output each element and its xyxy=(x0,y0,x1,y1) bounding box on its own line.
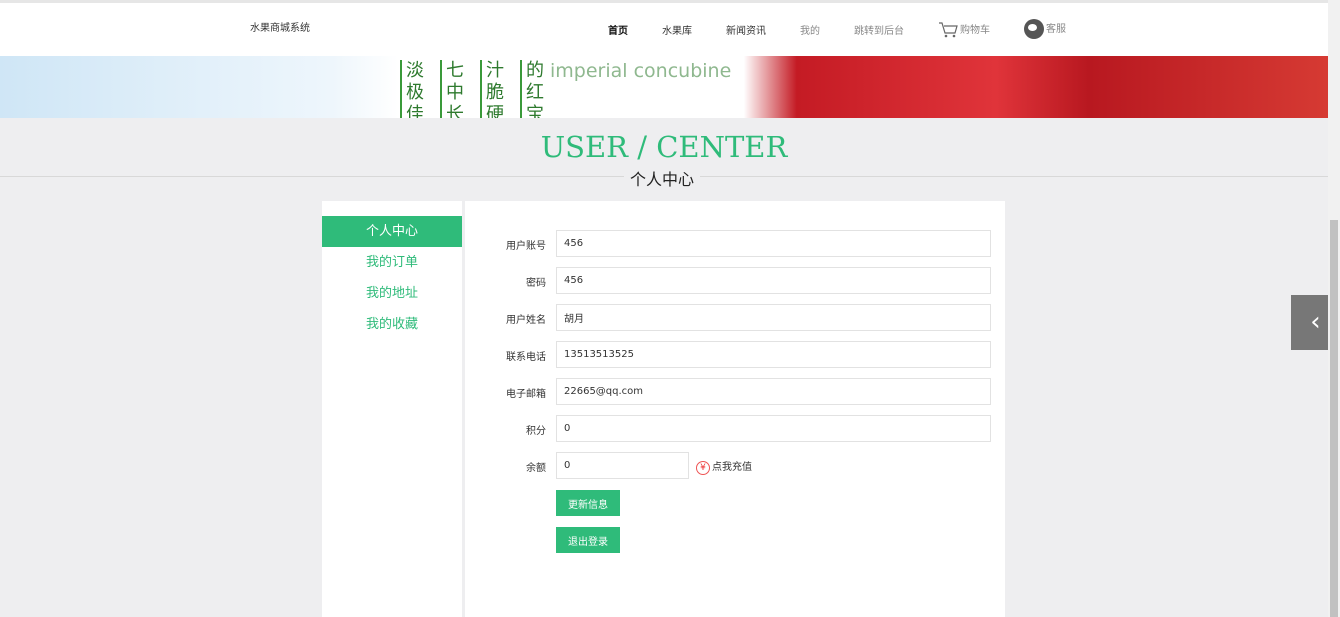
yen-icon: ¥ xyxy=(696,461,710,475)
cart-icon xyxy=(939,21,958,37)
nav-mine[interactable]: 我的 xyxy=(800,22,820,37)
recharge-label: 点我充值 xyxy=(712,462,752,473)
scrollbar[interactable] xyxy=(1328,0,1340,617)
page-title-en: USER / CENTER xyxy=(540,130,788,164)
service-label: 客服 xyxy=(1046,24,1066,35)
sidebar-item-addresses[interactable]: 我的地址 xyxy=(322,278,462,309)
sidebar-item-favorites[interactable]: 我的收藏 xyxy=(322,309,462,340)
banner-image: 淡极佳 七中长 汁脆硬 的红宝 imperial concubine xyxy=(0,56,1328,118)
banner-column: 七中长 xyxy=(440,60,472,118)
page-title-cn: 个人中心 xyxy=(624,166,701,190)
main-nav: 首页 水果库 新闻资讯 我的 跳转到后台 购物车 客服 xyxy=(608,19,1100,39)
field-label: 余额 xyxy=(526,463,546,474)
password-input[interactable] xyxy=(556,267,991,294)
wechat-icon xyxy=(1024,19,1044,39)
field-label: 积分 xyxy=(526,426,546,437)
nav-cart[interactable]: 购物车 xyxy=(938,21,990,38)
name-input[interactable] xyxy=(556,304,991,331)
update-info-button[interactable]: 更新信息 xyxy=(556,490,620,516)
nav-service[interactable]: 客服 xyxy=(1024,19,1066,39)
banner-column: 汁脆硬 xyxy=(480,60,512,118)
field-label: 用户姓名 xyxy=(506,315,546,326)
banner-column: 的红宝 xyxy=(520,60,552,118)
nav-fruit-library[interactable]: 水果库 xyxy=(662,22,692,37)
sidebar-item-profile[interactable]: 个人中心 xyxy=(322,216,462,247)
recharge-link[interactable]: ¥ 点我充值 xyxy=(696,458,752,475)
balance-input[interactable] xyxy=(556,452,689,479)
points-input[interactable] xyxy=(556,415,991,442)
logout-button[interactable]: 退出登录 xyxy=(556,527,620,553)
field-label: 用户账号 xyxy=(506,241,546,252)
field-label: 密码 xyxy=(526,278,546,289)
nav-admin[interactable]: 跳转到后台 xyxy=(854,22,904,37)
field-label: 电子邮箱 xyxy=(506,389,546,400)
banner-columns: 淡极佳 七中长 汁脆硬 的红宝 xyxy=(400,60,552,118)
banner-column: 淡极佳 xyxy=(400,60,432,118)
site-brand[interactable]: 水果商城系统 xyxy=(250,19,310,34)
nav-home[interactable]: 首页 xyxy=(608,22,628,37)
scrollbar-thumb[interactable] xyxy=(1330,220,1338,617)
email-input[interactable] xyxy=(556,378,991,405)
nav-news[interactable]: 新闻资讯 xyxy=(726,22,766,37)
banner-tagline: imperial concubine xyxy=(550,60,732,82)
top-navbar: 水果商城系统 首页 水果库 新闻资讯 我的 跳转到后台 购物车 客服 xyxy=(0,0,1328,56)
sidebar: 个人中心 我的订单 我的地址 我的收藏 xyxy=(322,201,462,617)
profile-form: 用户账号 密码 用户姓名 联系电话 电子邮箱 积分 余额 ¥点我充值 更新信息 … xyxy=(465,201,1005,617)
sidebar-item-orders[interactable]: 我的订单 xyxy=(322,247,462,278)
field-label: 联系电话 xyxy=(506,352,546,363)
phone-input[interactable] xyxy=(556,341,991,368)
cart-label: 购物车 xyxy=(960,24,990,36)
username-input[interactable] xyxy=(556,230,991,257)
